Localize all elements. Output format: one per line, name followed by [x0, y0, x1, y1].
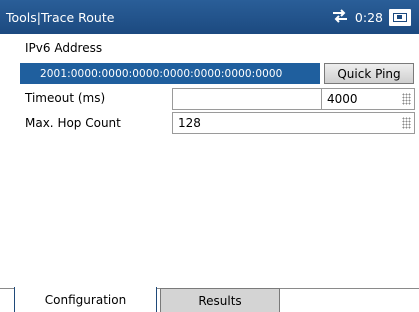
tab-results[interactable]: Results: [160, 288, 280, 312]
timeout-label: Timeout (ms): [25, 91, 106, 105]
tab-configuration[interactable]: Configuration: [14, 287, 157, 312]
title-bar: Tools|Trace Route 0:28: [0, 0, 419, 34]
ipv6-address-field[interactable]: 2001:0000:0000:0000:0000:0000:0000:0000: [20, 63, 320, 84]
timeout-input[interactable]: 4000: [321, 88, 415, 110]
window-title: Tools|Trace Route: [6, 9, 115, 25]
keypad-grip-icon: [402, 117, 411, 129]
max-hop-count-input[interactable]: 128: [172, 112, 415, 134]
tab-results-label: Results: [198, 293, 242, 308]
battery-icon: [389, 8, 411, 26]
ipv6-address-label: IPv6 Address: [25, 41, 103, 55]
timeout-value: 4000: [327, 92, 358, 106]
timeout-blank-cell: [172, 88, 322, 110]
keypad-grip-icon: [402, 93, 411, 105]
network-sync-icon: [331, 8, 349, 26]
quick-ping-label: Quick Ping: [337, 66, 401, 81]
status-area: 0:28: [331, 0, 411, 34]
tab-configuration-label: Configuration: [44, 292, 127, 307]
max-hop-count-label: Max. Hop Count: [25, 116, 121, 130]
max-hop-count-value: 128: [178, 116, 201, 130]
quick-ping-button[interactable]: Quick Ping: [324, 63, 414, 84]
clock-time: 0:28: [354, 9, 383, 25]
ipv6-address-value: 2001:0000:0000:0000:0000:0000:0000:0000: [40, 67, 283, 80]
